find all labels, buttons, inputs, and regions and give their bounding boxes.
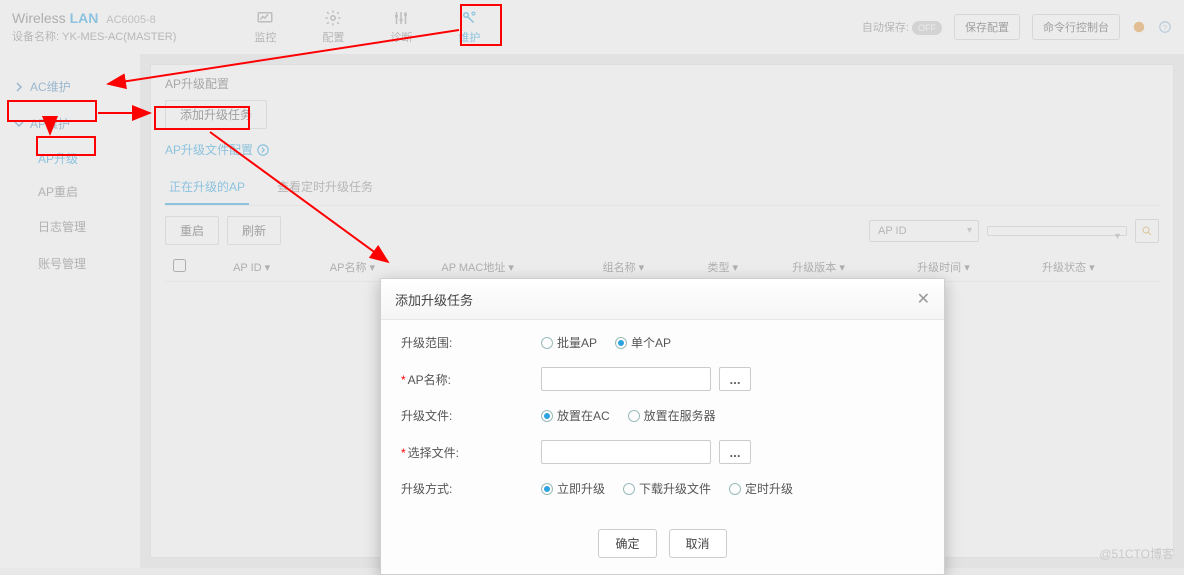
col-ap-id[interactable]: AP ID ▾ bbox=[225, 253, 322, 282]
tab-bar: 正在升级的AP 查看定时升级任务 bbox=[165, 170, 1159, 206]
ap-file-config-link[interactable]: AP升级文件配置 bbox=[165, 141, 269, 158]
method-now-radio[interactable]: 立即升级 bbox=[541, 480, 605, 497]
tab-upgrading[interactable]: 正在升级的AP bbox=[165, 170, 249, 205]
restart-button[interactable]: 重启 bbox=[165, 216, 219, 245]
alert-icon[interactable] bbox=[1132, 20, 1146, 34]
search-button[interactable] bbox=[1135, 219, 1159, 243]
modal-title: 添加升级任务 bbox=[395, 290, 473, 309]
sidebar: AC维护 AP维护 AP升级 AP重启 日志管理 账号管理 bbox=[0, 54, 140, 568]
col-checkbox[interactable] bbox=[165, 253, 225, 282]
brand-title: Wireless LAN AC6005-8 bbox=[12, 10, 176, 26]
modal-ok-button[interactable]: 确定 bbox=[598, 529, 656, 558]
ap-name-browse-button[interactable]: ... bbox=[719, 367, 751, 391]
chevron-right-icon bbox=[257, 144, 269, 156]
add-task-modal: 添加升级任务 ✕ 升级范围: 批量AP 单个AP *AP名称: ... 升级文件… bbox=[380, 278, 945, 575]
modal-footer: 确定 取消 bbox=[381, 519, 944, 574]
tab-scheduled[interactable]: 查看定时升级任务 bbox=[273, 170, 377, 205]
ap-name-input[interactable] bbox=[541, 367, 711, 391]
autosave-pill[interactable]: OFF bbox=[912, 21, 942, 35]
sidebar-log-mgmt[interactable]: 日志管理 bbox=[0, 208, 140, 245]
nav-monitor[interactable]: 监控 bbox=[246, 5, 284, 49]
nav-maintain[interactable]: 维护 bbox=[450, 5, 488, 49]
svg-text:?: ? bbox=[1163, 23, 1167, 32]
modal-close-button[interactable]: ✕ bbox=[917, 289, 930, 309]
scope-single-radio[interactable]: 单个AP bbox=[615, 334, 671, 351]
console-button[interactable]: 命令行控制台 bbox=[1032, 14, 1120, 40]
device-name: 设备名称: YK-MES-AC(MASTER) bbox=[12, 28, 176, 44]
help-icon[interactable]: ? bbox=[1158, 20, 1172, 34]
header-bar: Wireless LAN AC6005-8 设备名称: YK-MES-AC(MA… bbox=[0, 0, 1184, 54]
scope-label: 升级范围: bbox=[401, 334, 541, 351]
select-file-browse-button[interactable]: ... bbox=[719, 440, 751, 464]
table-toolbar: 重启 刷新 AP ID bbox=[165, 216, 1159, 245]
gear-icon bbox=[324, 9, 342, 27]
ap-name-label: *AP名称: bbox=[401, 371, 541, 388]
search-icon bbox=[1141, 225, 1153, 237]
method-dl-radio[interactable]: 下载升级文件 bbox=[623, 480, 711, 497]
watermark: @51CTO博客 bbox=[1099, 545, 1174, 562]
modal-header: 添加升级任务 ✕ bbox=[381, 279, 944, 320]
method-label: 升级方式: bbox=[401, 480, 541, 497]
file-loc-label: 升级文件: bbox=[401, 407, 541, 424]
equalizer-icon bbox=[392, 9, 410, 27]
select-file-input[interactable] bbox=[541, 440, 711, 464]
save-config-button[interactable]: 保存配置 bbox=[954, 14, 1020, 40]
add-upgrade-task-button[interactable]: 添加升级任务 bbox=[165, 100, 267, 129]
refresh-button[interactable]: 刷新 bbox=[227, 216, 281, 245]
sidebar-ap-maint[interactable]: AP维护 bbox=[0, 105, 140, 142]
nav-diag[interactable]: 诊断 bbox=[382, 5, 420, 49]
sidebar-ap-restart[interactable]: AP重启 bbox=[0, 175, 140, 208]
method-sched-radio[interactable]: 定时升级 bbox=[729, 480, 793, 497]
sidebar-ap-upgrade[interactable]: AP升级 bbox=[0, 142, 140, 175]
filter-value[interactable] bbox=[987, 226, 1127, 236]
chevron-right-icon bbox=[14, 82, 24, 92]
sidebar-acct-mgmt[interactable]: 账号管理 bbox=[0, 245, 140, 282]
scope-batch-radio[interactable]: 批量AP bbox=[541, 334, 597, 351]
header-right: 自动保存: OFF 保存配置 命令行控制台 ? bbox=[862, 14, 1172, 40]
file-server-radio[interactable]: 放置在服务器 bbox=[628, 407, 716, 424]
modal-cancel-button[interactable]: 取消 bbox=[669, 529, 727, 558]
autosave-label: 自动保存: OFF bbox=[862, 19, 942, 35]
file-ac-radio[interactable]: 放置在AC bbox=[541, 407, 610, 424]
section-title: AP升级配置 bbox=[165, 75, 1159, 92]
sidebar-ac-maint[interactable]: AC维护 bbox=[0, 68, 140, 105]
brand-block: Wireless LAN AC6005-8 设备名称: YK-MES-AC(MA… bbox=[12, 10, 176, 44]
col-status[interactable]: 升级状态 ▾ bbox=[1034, 253, 1159, 282]
nav-config[interactable]: 配置 bbox=[314, 5, 352, 49]
filter-select[interactable]: AP ID bbox=[869, 220, 979, 242]
monitor-icon bbox=[256, 9, 274, 27]
modal-body: 升级范围: 批量AP 单个AP *AP名称: ... 升级文件: 放置在AC 放… bbox=[381, 320, 944, 519]
select-file-label: *选择文件: bbox=[401, 444, 541, 461]
chevron-down-icon bbox=[14, 119, 24, 129]
top-nav: 监控 配置 诊断 维护 bbox=[246, 5, 488, 49]
wrench-gear-icon bbox=[460, 9, 478, 27]
